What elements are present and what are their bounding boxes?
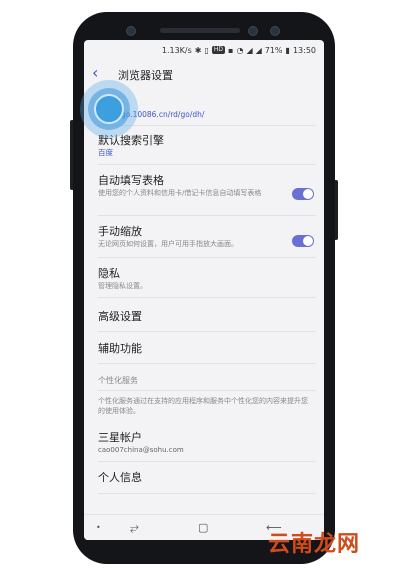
setting-advanced[interactable]: 高级设置 (98, 310, 310, 324)
setting-personal-info[interactable]: 个人信息 (98, 471, 310, 485)
setting-privacy[interactable]: 隐私 管理隐私设置。 (98, 267, 310, 291)
signal-2-icon: ◢ (255, 45, 262, 55)
network-speed: 1.13K/s (161, 45, 192, 55)
divider (98, 363, 316, 364)
autofill-toggle[interactable] (292, 188, 314, 200)
status-bar: 1.13K/s ✱ ▯ HD ▪ ◔ ◢ ◢ 71% ▮ 13:50 (84, 40, 324, 60)
wifi-icon: ◔ (236, 45, 244, 55)
divider (98, 493, 316, 494)
section-personalization-label: 个性化服务 (98, 376, 138, 385)
status-time: 13:50 (292, 45, 316, 55)
setting-personal-info-title: 个人信息 (98, 471, 142, 484)
setting-autofill-desc: 使用您的个人资料和信用卡/借记卡信息自动填写表格 (98, 189, 262, 197)
divider (98, 331, 316, 332)
divider (98, 461, 316, 462)
sensor-icon (126, 26, 136, 36)
home-button-icon[interactable]: ▢ (198, 522, 208, 534)
setting-manual-zoom-title: 手动缩放 (98, 225, 142, 238)
setting-samsung-account-title: 三星帐户 (98, 431, 142, 444)
personalization-desc: 个性化服务通过在支持的应用程序和服务中个性化您的内容来提升您的使用体验。 (98, 396, 310, 416)
personalization-desc-text: 个性化服务通过在支持的应用程序和服务中个性化您的内容来提升您的使用体验。 (98, 397, 308, 415)
setting-advanced-title: 高级设置 (98, 310, 142, 323)
setting-accessibility-title: 辅助功能 (98, 342, 142, 355)
front-camera-icon (248, 26, 258, 36)
back-arrow-icon[interactable]: ‹ (92, 65, 108, 81)
data-icon: ▪ (228, 45, 234, 55)
setting-autofill-title: 自动填写表格 (98, 174, 164, 187)
recent-apps-icon[interactable]: ⥂ (130, 522, 139, 534)
battery-icon: ▮ (285, 45, 290, 55)
divider (98, 215, 316, 216)
battery-percent: 71% (264, 45, 283, 55)
hd-badge: HD (211, 46, 226, 54)
divider (98, 390, 316, 391)
toggle-knob (303, 189, 313, 199)
dot-icon[interactable]: • (96, 522, 101, 534)
setting-search-engine[interactable]: 默认搜索引擎 百度 (98, 134, 310, 158)
tap-indicator-icon (94, 94, 124, 124)
toggle-knob (303, 236, 313, 246)
earpiece-speaker (160, 28, 240, 33)
divider (98, 297, 316, 298)
iris-sensor-icon (270, 26, 280, 36)
setting-autofill[interactable]: 自动填写表格 使用您的个人资料和信用卡/借记卡信息自动填写表格 (98, 174, 268, 198)
setting-samsung-account-value: cao007china@sohu.com (98, 446, 184, 454)
setting-privacy-title: 隐私 (98, 267, 120, 280)
divider (98, 164, 316, 165)
phone-top-sensors (120, 26, 290, 36)
signal-icon: ◢ (246, 45, 253, 55)
setting-accessibility[interactable]: 辅助功能 (98, 342, 310, 356)
watermark-logo: 云南龙网 (268, 532, 361, 557)
setting-search-engine-title: 默认搜索引擎 (98, 134, 164, 147)
setting-manual-zoom-desc: 无论网页如何设置，用户可用手指放大画面。 (98, 240, 238, 248)
vibrate-icon: ▯ (204, 45, 209, 55)
setting-privacy-desc: 管理隐私设置。 (98, 282, 147, 290)
setting-manual-zoom[interactable]: 手动缩放 无论网页如何设置，用户可用手指放大画面。 (98, 225, 268, 249)
setting-search-engine-value: 百度 (98, 148, 113, 157)
divider (98, 257, 316, 258)
setting-samsung-account[interactable]: 三星帐户 cao007china@sohu.com (98, 431, 310, 455)
page-title: 浏览器设置 (118, 69, 173, 82)
manual-zoom-toggle[interactable] (292, 235, 314, 247)
bluetooth-icon: ✱ (194, 45, 202, 55)
